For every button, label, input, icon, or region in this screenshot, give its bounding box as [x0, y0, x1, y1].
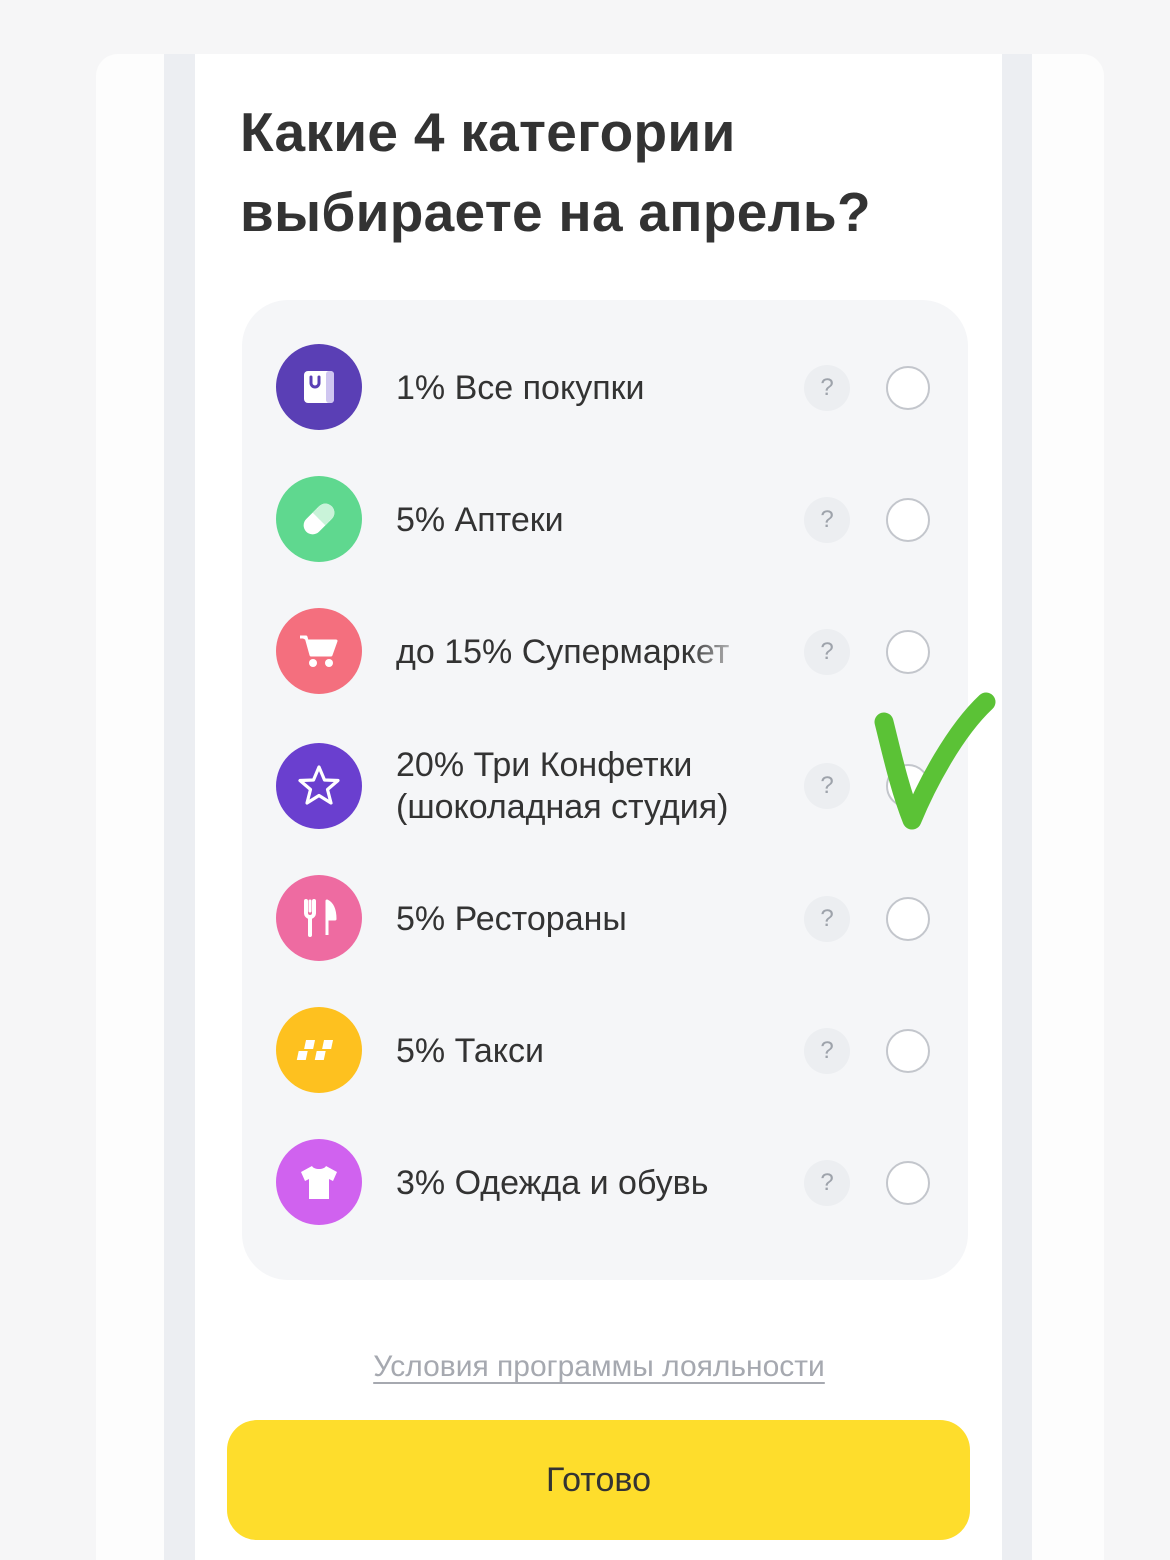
category-row-pharmacy[interactable]: 5% Аптеки ?: [242, 454, 968, 586]
category-radio[interactable]: [886, 1161, 930, 1205]
category-label: 5% Такси: [396, 1032, 544, 1070]
help-icon[interactable]: ?: [804, 365, 850, 411]
category-radio[interactable]: [886, 498, 930, 542]
category-row-all-purchases[interactable]: 1% Все покупки ?: [242, 322, 968, 454]
category-label-line-2: (шоколадная студия): [396, 788, 729, 826]
done-button[interactable]: Готово: [227, 1420, 970, 1540]
category-radio[interactable]: [886, 764, 930, 808]
shopping-cart-icon: [276, 608, 362, 694]
category-radio[interactable]: [886, 1029, 930, 1073]
page-title: Какие 4 категории выбираете на апрель?: [240, 92, 960, 252]
help-icon[interactable]: ?: [804, 896, 850, 942]
tshirt-icon: [276, 1139, 362, 1225]
category-row-supermarkets[interactable]: до 15% Супермаркет ?: [242, 586, 968, 718]
category-row-clothes[interactable]: 3% Одежда и обувь ?: [242, 1117, 968, 1249]
category-radio[interactable]: [886, 630, 930, 674]
category-row-restaurants[interactable]: 5% Рестораны ?: [242, 853, 968, 985]
shopping-bag-icon: [276, 344, 362, 430]
category-label: 1% Все покупки: [396, 369, 645, 407]
category-label: 3% Одежда и обувь: [396, 1164, 709, 1202]
loyalty-terms-link[interactable]: Условия программы лояльности: [300, 1350, 898, 1384]
help-icon[interactable]: ?: [804, 629, 850, 675]
category-radio[interactable]: [886, 366, 930, 410]
category-label: 20% Три Конфетки: [396, 746, 693, 784]
pill-icon: [276, 476, 362, 562]
help-icon[interactable]: ?: [804, 1160, 850, 1206]
category-radio[interactable]: [886, 897, 930, 941]
taxi-checker-icon: [276, 1007, 362, 1093]
category-row-taxi[interactable]: 5% Такси ?: [242, 985, 968, 1117]
fork-knife-icon: [276, 875, 362, 961]
help-icon[interactable]: ?: [804, 763, 850, 809]
page-title-line-1: Какие 4 категории: [240, 101, 736, 163]
help-icon[interactable]: ?: [804, 1028, 850, 1074]
category-label: 5% Аптеки: [396, 501, 564, 539]
help-icon[interactable]: ?: [804, 497, 850, 543]
category-label: до 15% Супермаркет: [396, 633, 730, 671]
category-list: 1% Все покупки ? 5% Аптеки ? до 15% Супе…: [242, 300, 968, 1280]
star-icon: [276, 743, 362, 829]
page-title-line-2: выбираете на апрель?: [240, 181, 871, 243]
category-label: 5% Рестораны: [396, 900, 627, 938]
category-row-tri-konfetki[interactable]: 20% Три Конфетки (шоколадная студия) ?: [242, 718, 968, 858]
